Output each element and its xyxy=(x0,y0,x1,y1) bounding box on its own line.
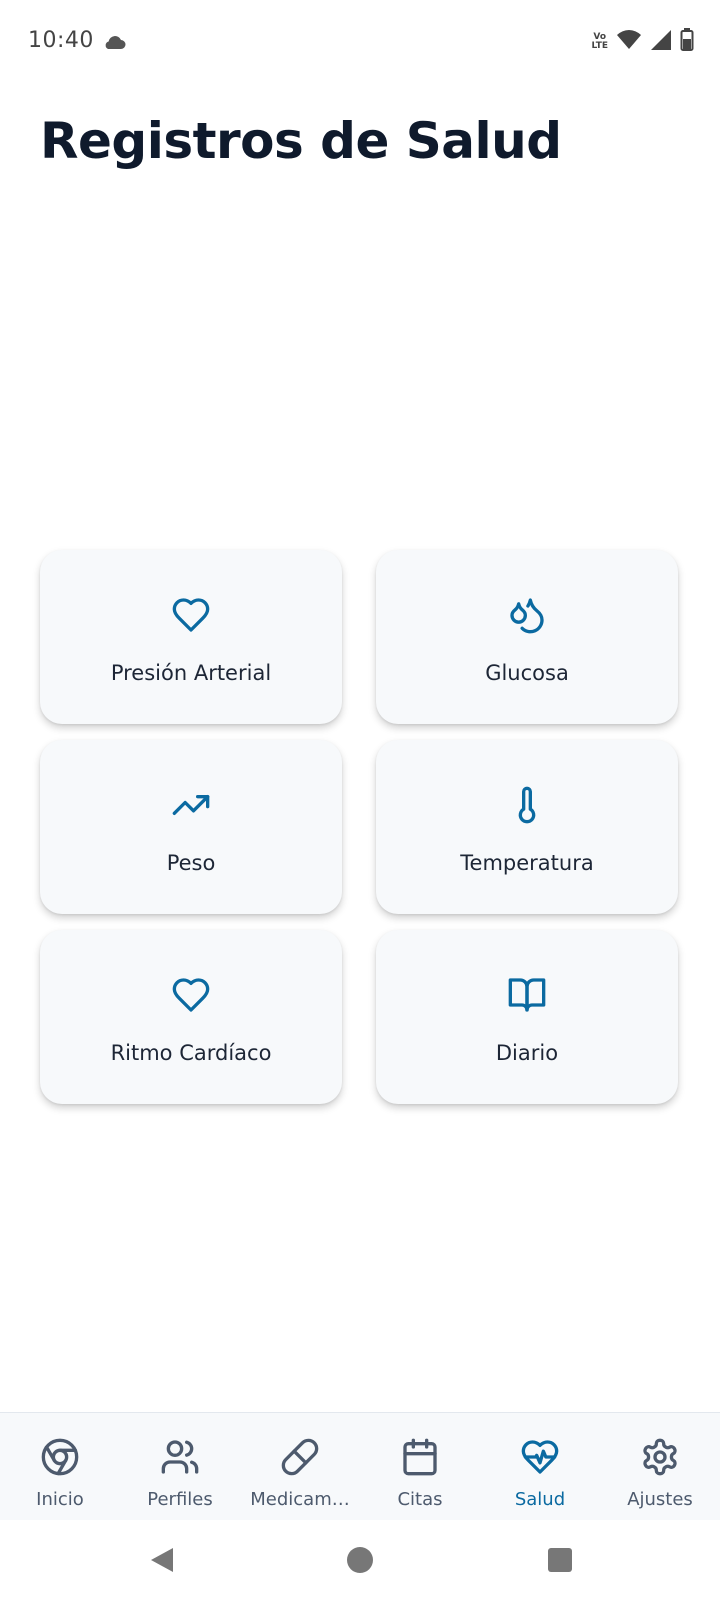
health-records-grid: Presión Arterial Glucosa Peso Temperatur… xyxy=(40,550,682,1104)
nav-label: Medicam… xyxy=(250,1489,350,1510)
nav-label: Salud xyxy=(514,1489,566,1510)
thermometer-icon xyxy=(518,786,536,824)
nav-label: Inicio xyxy=(36,1489,84,1510)
card-label: Temperatura xyxy=(460,851,594,875)
nav-label: Ajustes xyxy=(627,1489,693,1510)
card-peso[interactable]: Peso xyxy=(40,740,342,914)
nav-item-ajustes[interactable]: Ajustes xyxy=(600,1413,720,1521)
card-diario[interactable]: Diario xyxy=(376,930,678,1104)
battery-icon xyxy=(680,28,694,56)
nav-label: Citas xyxy=(397,1489,443,1510)
droplets-icon xyxy=(510,598,544,634)
nav-item-citas[interactable]: Citas xyxy=(360,1413,480,1521)
card-temperatura[interactable]: Temperatura xyxy=(376,740,678,914)
card-label: Presión Arterial xyxy=(110,661,272,685)
nav-item-medicamentos[interactable]: Medicam… xyxy=(240,1413,360,1521)
card-label: Peso xyxy=(166,851,216,875)
trending-up-icon xyxy=(172,795,210,815)
card-ritmo-cardiaco[interactable]: Ritmo Cardíaco xyxy=(40,930,342,1104)
recents-icon xyxy=(548,1548,572,1572)
home-icon xyxy=(347,1547,373,1573)
volte-bottom-text: LTE xyxy=(591,41,608,51)
nav-item-perfiles[interactable]: Perfiles xyxy=(120,1413,240,1521)
nav-item-inicio[interactable]: Inicio xyxy=(0,1413,120,1521)
back-button[interactable] xyxy=(130,1520,194,1600)
card-label: Diario xyxy=(495,1041,559,1065)
status-bar: 10:40 Vo LTE xyxy=(0,0,720,84)
settings-icon xyxy=(643,1438,677,1476)
wifi-icon xyxy=(616,29,642,55)
recents-button[interactable] xyxy=(528,1520,592,1600)
bottom-navigation: Inicio Perfiles Medicam… Citas Salud Aju… xyxy=(0,1412,720,1521)
cloud-icon xyxy=(102,34,126,54)
card-label: Ritmo Cardíaco xyxy=(110,1041,272,1065)
home-button[interactable] xyxy=(328,1520,392,1600)
page-title: Registros de Salud xyxy=(40,112,562,170)
book-open-icon xyxy=(508,978,546,1012)
card-glucosa[interactable]: Glucosa xyxy=(376,550,678,724)
card-label: Glucosa xyxy=(485,661,569,685)
chrome-icon xyxy=(41,1438,79,1476)
signal-icon xyxy=(650,29,672,55)
card-presion-arterial[interactable]: Presión Arterial xyxy=(40,550,342,724)
system-navigation-bar xyxy=(0,1520,720,1600)
users-icon xyxy=(161,1440,199,1474)
heart-pulse-icon xyxy=(521,1440,559,1474)
status-time: 10:40 xyxy=(28,28,94,53)
status-icons: Vo LTE xyxy=(591,28,694,56)
volte-icon: Vo LTE xyxy=(591,33,608,51)
heart-icon xyxy=(172,598,210,632)
pill-icon xyxy=(281,1438,319,1476)
nav-label: Perfiles xyxy=(147,1489,213,1510)
calendar-icon xyxy=(403,1438,437,1476)
nav-item-salud[interactable]: Salud xyxy=(480,1413,600,1521)
heart-icon xyxy=(172,978,210,1012)
back-icon xyxy=(151,1548,173,1572)
